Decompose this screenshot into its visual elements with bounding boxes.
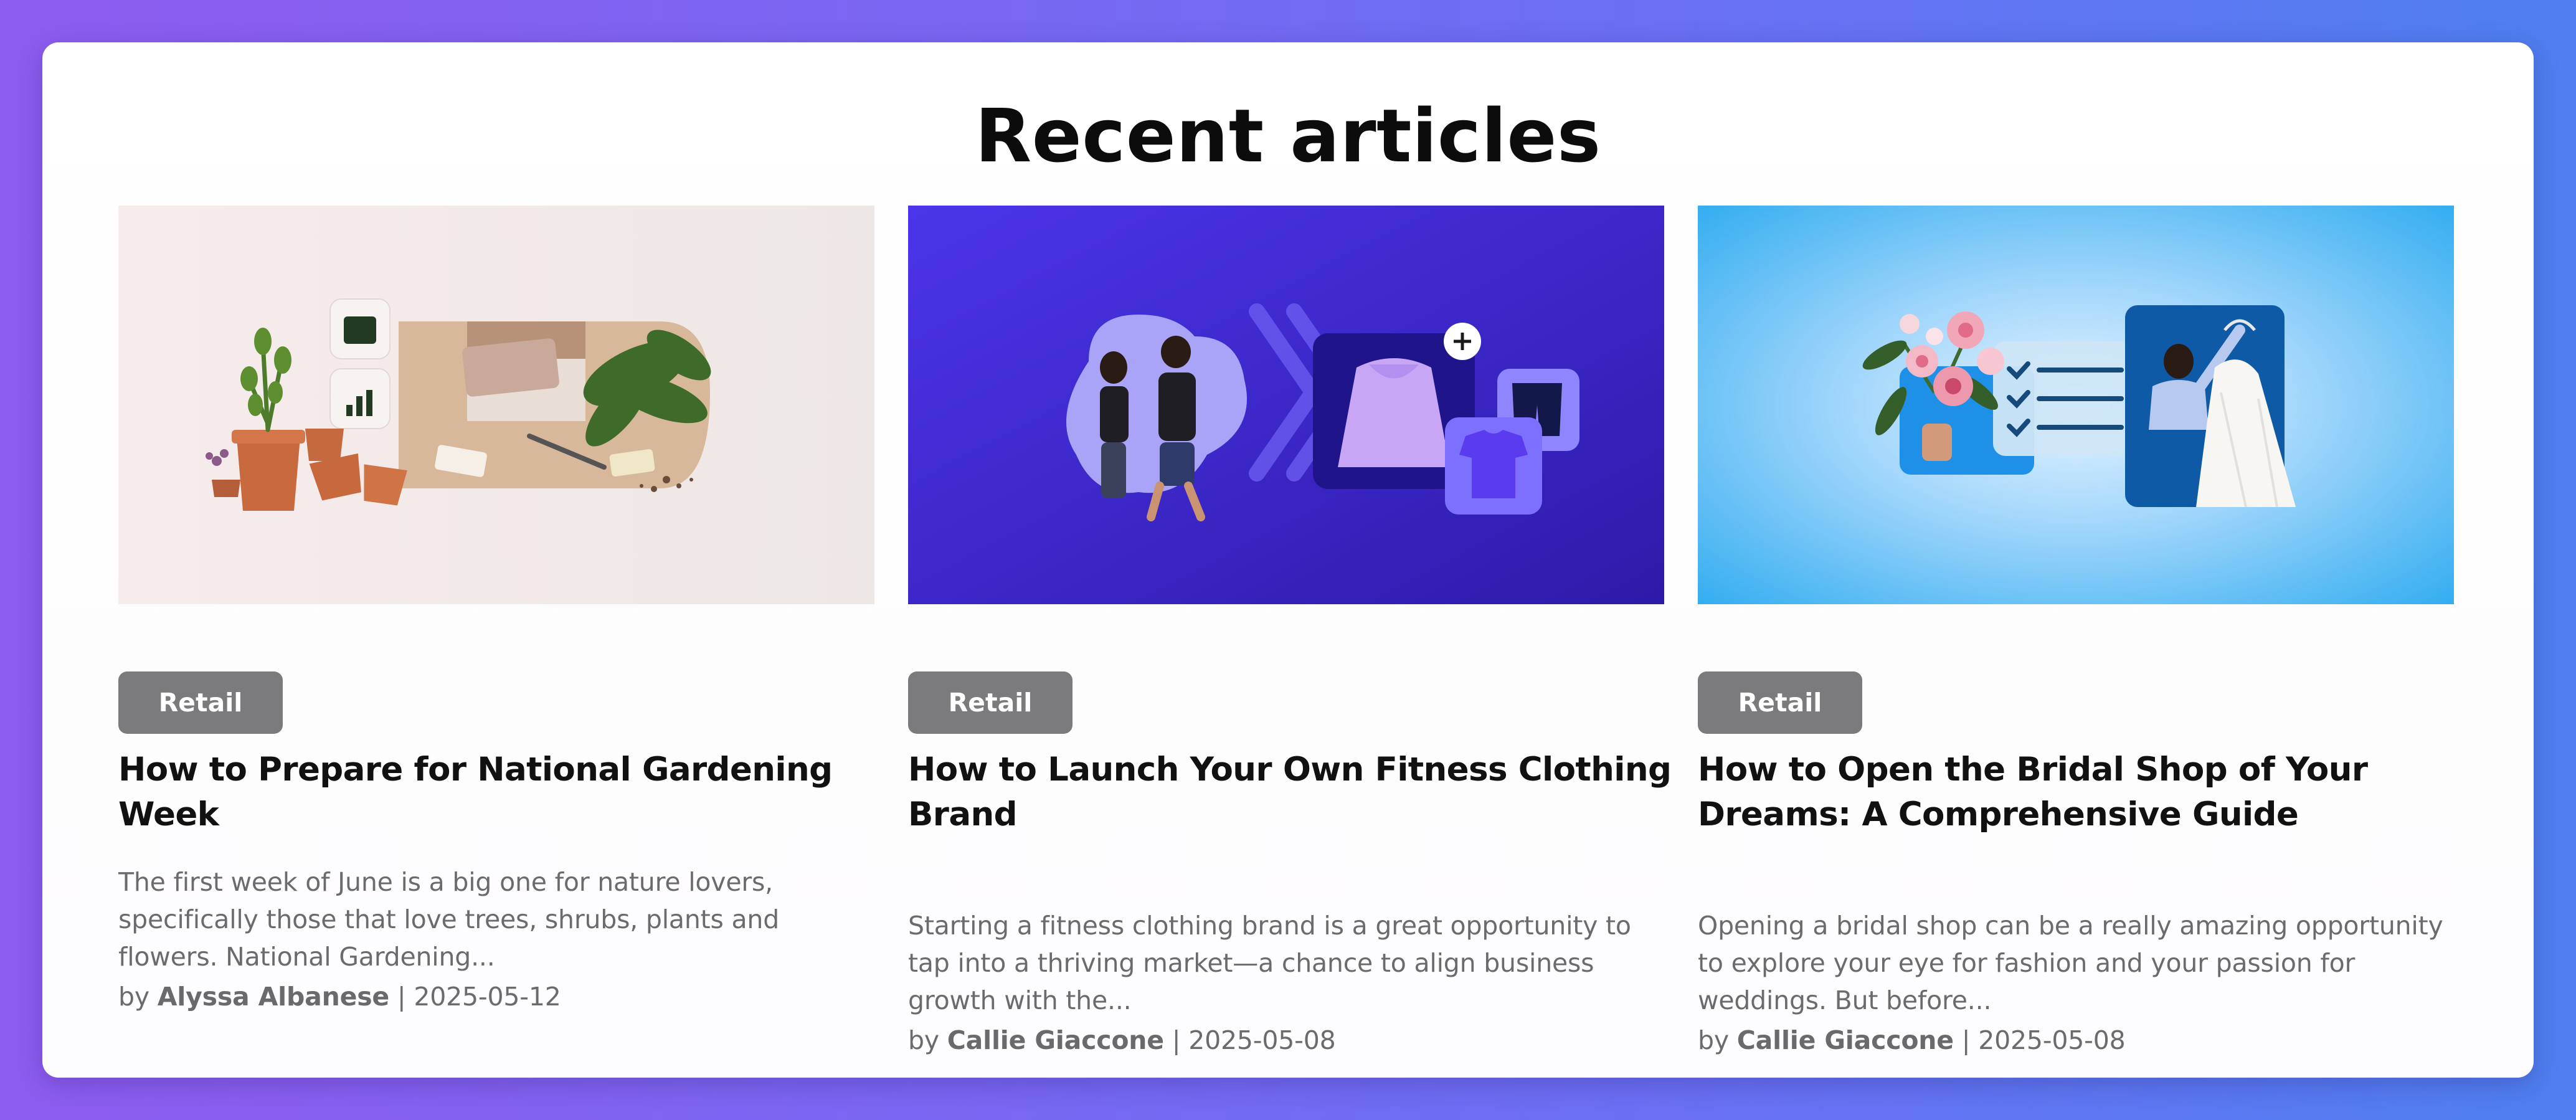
article-card[interactable]: Retail How to Prepare for National Garde…: [118, 206, 874, 1065]
category-tag[interactable]: Retail: [908, 672, 1073, 734]
article-byline: by Callie Giaccone | 2025-05-08: [1698, 1022, 2126, 1059]
byline-separator: |: [397, 982, 406, 1012]
publish-date: 2025-05-12: [414, 982, 561, 1012]
article-card[interactable]: Retail How to Open the Bridal Shop of Yo…: [1698, 206, 2454, 1065]
category-tag[interactable]: Retail: [1698, 672, 1862, 734]
article-image-gardening[interactable]: [118, 206, 874, 604]
gardening-illustration-icon: [118, 206, 874, 604]
author-name[interactable]: Callie Giaccone: [1737, 1025, 1954, 1055]
recent-articles-panel: Recent articles Retail How to Prepare fo…: [42, 42, 2534, 1078]
article-title[interactable]: How to Launch Your Own Fitness Clothing …: [908, 747, 1674, 837]
author-name[interactable]: Callie Giaccone: [947, 1025, 1164, 1055]
author-name[interactable]: Alyssa Albanese: [158, 982, 389, 1012]
category-tag[interactable]: Retail: [118, 672, 283, 734]
article-title[interactable]: How to Open the Bridal Shop of Your Drea…: [1698, 747, 2464, 837]
article-image-fitness[interactable]: [908, 206, 1664, 604]
article-card[interactable]: Retail How to Launch Your Own Fitness Cl…: [908, 206, 1672, 1065]
byline-prefix: by: [1698, 1025, 1729, 1055]
section-title: Recent articles: [975, 93, 1601, 179]
byline-separator: |: [1961, 1025, 1971, 1055]
publish-date: 2025-05-08: [1188, 1025, 1336, 1055]
fitness-clothing-illustration-icon: [908, 206, 1664, 604]
byline-prefix: by: [118, 982, 149, 1012]
byline-separator: |: [1172, 1025, 1181, 1055]
article-title[interactable]: How to Prepare for National Gardening We…: [118, 747, 884, 837]
article-excerpt: The first week of June is a big one for …: [118, 867, 780, 972]
article-excerpt: Starting a fitness clothing brand is a g…: [908, 911, 1631, 1015]
article-byline: by Callie Giaccone | 2025-05-08: [908, 1022, 1336, 1059]
byline-prefix: by: [908, 1025, 939, 1055]
article-excerpt: Opening a bridal shop can be a really am…: [1698, 911, 2443, 1015]
publish-date: 2025-05-08: [1978, 1025, 2126, 1055]
article-image-bridal[interactable]: [1698, 206, 2454, 604]
bridal-shop-illustration-icon: [1698, 206, 2454, 604]
article-byline: by Alyssa Albanese | 2025-05-12: [118, 978, 561, 1015]
